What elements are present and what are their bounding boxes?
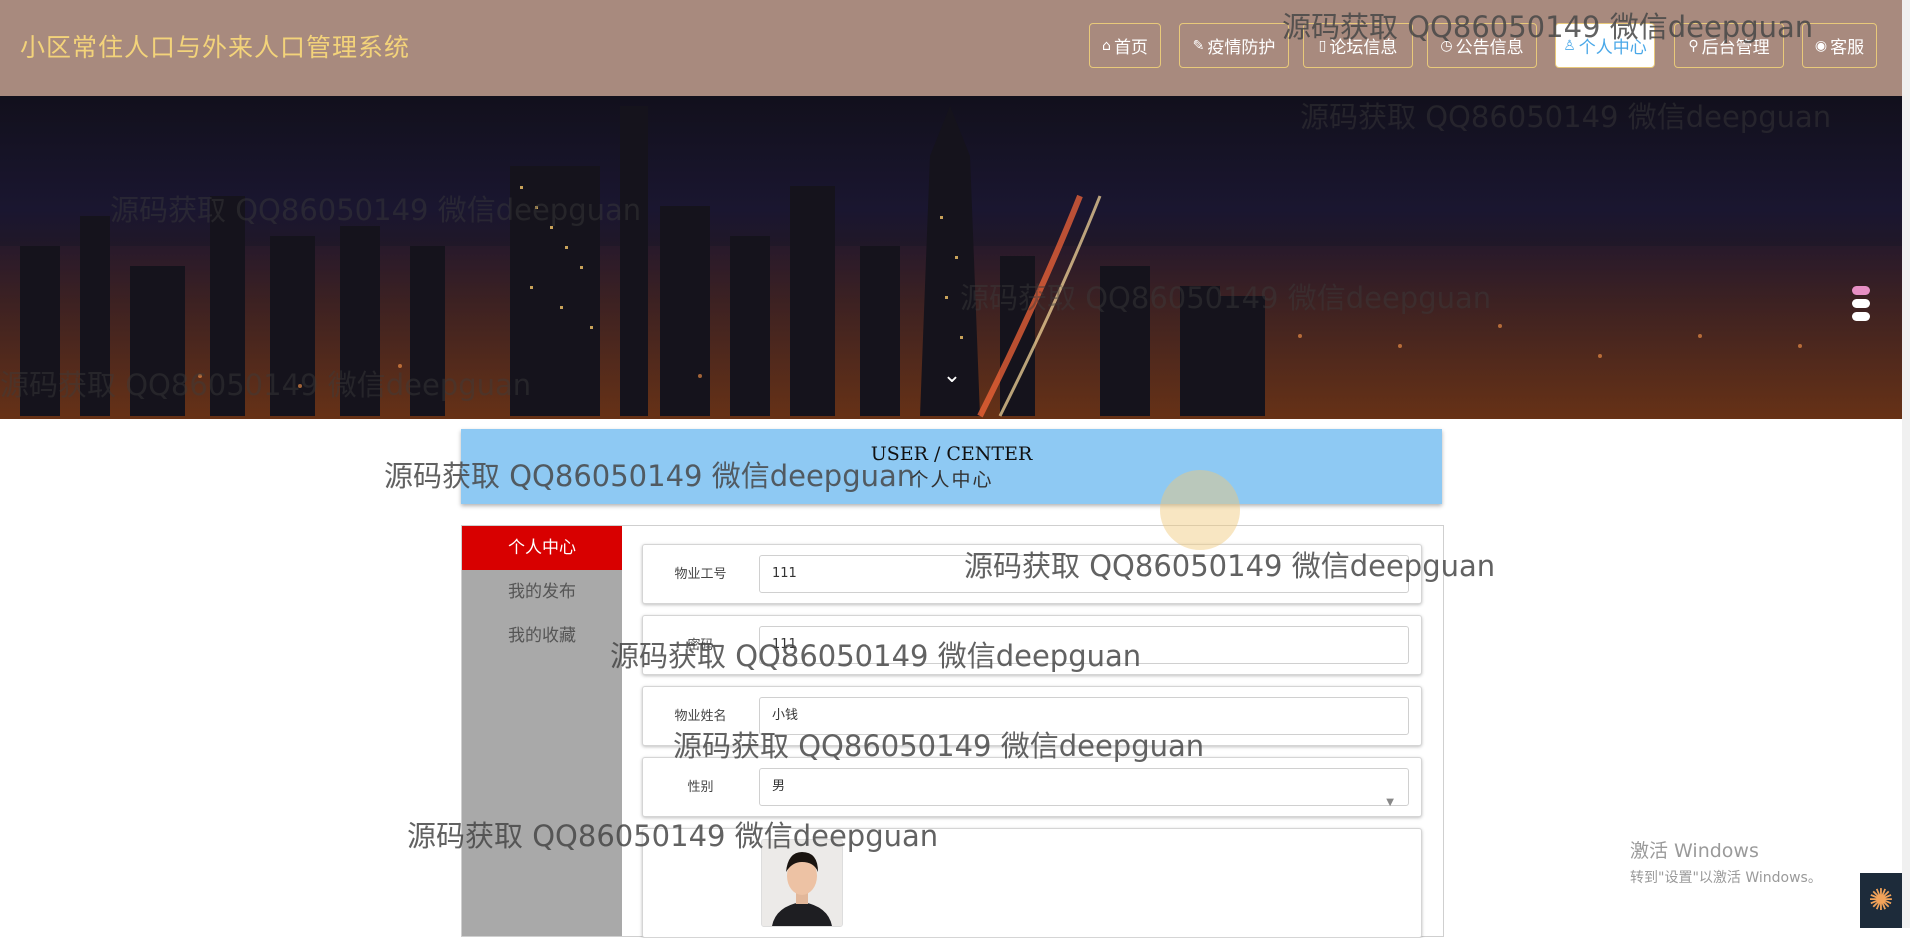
- settings-gear-icon[interactable]: ✺: [1860, 873, 1902, 928]
- nav-epidemic-label: 疫情防护: [1207, 38, 1276, 58]
- page-scrollbar[interactable]: [1902, 0, 1910, 928]
- carousel-dot[interactable]: [1852, 312, 1870, 321]
- watermark-text: 源码获取 QQ86050149 微信deepguan: [964, 549, 1496, 583]
- sidebar-item-user-center[interactable]: 个人中心: [462, 526, 622, 570]
- carousel-dot[interactable]: [1852, 286, 1870, 295]
- caret-down-icon: ▼: [1386, 797, 1394, 808]
- sidebar-item-my-posts[interactable]: 我的发布: [462, 570, 622, 614]
- nav-service[interactable]: ◉ 客服: [1802, 23, 1877, 68]
- field-label: 物业工号: [674, 567, 727, 582]
- watermark-text: 源码获取 QQ86050149 微信deepguan: [0, 368, 532, 402]
- watermark-text: 源码获取 QQ86050149 微信deepguan: [960, 281, 1492, 315]
- site-title: 小区常住人口与外来人口管理系统: [20, 33, 411, 62]
- gender-select[interactable]: 男 ▼: [759, 768, 1409, 808]
- watermark-text: 源码获取 QQ86050149 微信deepguan: [384, 459, 916, 493]
- sidebar: 个人中心 我的发布 我的收藏: [462, 526, 622, 936]
- nav-epidemic[interactable]: ✎ 疫情防护: [1179, 23, 1289, 68]
- chevron-down-icon[interactable]: ⌄: [940, 364, 964, 388]
- watermark-text: 源码获取 QQ86050149 微信deepguan: [110, 193, 642, 227]
- activation-title: 激活 Windows: [1630, 840, 1759, 862]
- gender-value: 男: [772, 779, 786, 794]
- nav-home[interactable]: ⌂ 首页: [1089, 23, 1161, 68]
- watermark-text: 源码获取 QQ86050149 微信deepguan: [673, 729, 1205, 763]
- home-icon: ⌂: [1102, 37, 1111, 54]
- carousel-dots[interactable]: [1852, 286, 1870, 325]
- carousel-dot[interactable]: [1852, 299, 1870, 308]
- nav-service-label: 客服: [1830, 38, 1865, 58]
- sidebar-item-my-favorites[interactable]: 我的收藏: [462, 614, 622, 658]
- support-icon: ◉: [1814, 37, 1828, 54]
- tag-icon: ✎: [1192, 37, 1205, 54]
- watermark-text: 源码获取 QQ86050149 微信deepguan: [1300, 100, 1832, 134]
- windows-activation: 激活 Windows 转到"设置"以激活 Windows。: [1630, 836, 1822, 887]
- watermark-text: 源码获取 QQ86050149 微信deepguan: [610, 639, 1142, 673]
- watermark-text: 源码获取 QQ86050149 微信deepguan: [407, 819, 939, 853]
- nav-home-label: 首页: [1113, 38, 1148, 58]
- cursor-highlight: [1160, 470, 1240, 550]
- field-label: 性别: [687, 780, 714, 795]
- form-row-gender: 性别 男 ▼: [642, 757, 1422, 817]
- watermark-text: 源码获取 QQ86050149 微信deepguan: [1282, 10, 1814, 44]
- activation-subtitle: 转到"设置"以激活 Windows。: [1630, 870, 1822, 886]
